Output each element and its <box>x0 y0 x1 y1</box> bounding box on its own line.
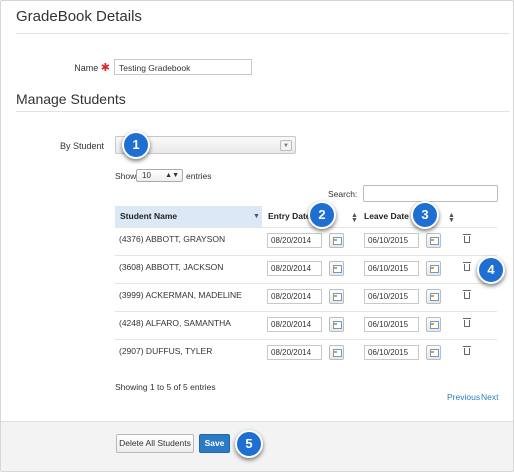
calendar-icon[interactable] <box>329 289 344 304</box>
sort-descending-icon: ▼ <box>253 213 260 220</box>
column-header-leave-date[interactable]: Leave Date <box>359 206 455 227</box>
column-header-entry-date-label: Entry Date <box>268 211 311 221</box>
name-label-text: Name <box>74 63 99 73</box>
calendar-icon[interactable] <box>426 317 441 332</box>
up-down-arrows-icon: ▲▼ <box>165 172 179 179</box>
by-student-label: By Student <box>59 141 104 151</box>
column-header-leave-date-label: Leave Date <box>364 211 409 221</box>
row-divider <box>115 339 497 340</box>
entries-per-page-value: 10 <box>142 171 151 180</box>
trash-icon[interactable] <box>463 290 471 299</box>
calendar-icon[interactable] <box>329 317 344 332</box>
gradebook-details-heading: GradeBook Details <box>16 8 142 25</box>
callout-badge-1: 1 <box>122 131 150 159</box>
student-name-cell: (3999) ACKERMAN, MADELINE <box>119 290 242 300</box>
callout-badge-2: 2 <box>308 201 336 229</box>
calendar-icon[interactable] <box>426 233 441 248</box>
entries-label: entries <box>186 171 212 181</box>
required-asterisk-icon: ✱ <box>100 62 110 74</box>
calendar-icon[interactable] <box>426 261 441 276</box>
trash-icon[interactable] <box>463 234 471 243</box>
entry-date-input[interactable]: 08/20/2014 <box>267 233 322 248</box>
leave-date-input[interactable]: 06/10/2015 <box>364 233 419 248</box>
callout-badge-4: 4 <box>477 256 505 284</box>
pagination-previous-link[interactable]: Previous <box>447 392 480 402</box>
pagination-next-link[interactable]: Next <box>481 392 498 402</box>
calendar-icon[interactable] <box>426 345 441 360</box>
callout-badge-3: 3 <box>411 201 439 229</box>
leave-date-input[interactable]: 06/10/2015 <box>364 289 419 304</box>
student-name-cell: (3608) ABBOTT, JACKSON <box>119 262 224 272</box>
leave-date-input[interactable]: 06/10/2015 <box>364 317 419 332</box>
manage-students-heading: Manage Students <box>16 91 126 107</box>
student-name-cell: (4248) ALFARO, SAMANTHA <box>119 318 231 328</box>
entry-date-input[interactable]: 08/20/2014 <box>267 317 322 332</box>
entry-date-input[interactable]: 08/20/2014 <box>267 289 322 304</box>
student-name-cell: (2907) DUFFUS, TYLER <box>119 346 213 356</box>
row-divider <box>115 283 497 284</box>
name-label: Name ✱ <box>60 61 110 74</box>
row-divider <box>115 255 497 256</box>
entries-per-page-select[interactable]: 10 ▲▼ <box>136 169 183 182</box>
column-header-student-name[interactable]: Student Name <box>115 206 262 227</box>
row-divider <box>115 227 497 228</box>
calendar-icon[interactable] <box>426 289 441 304</box>
column-header-student-name-label: Student Name <box>120 211 178 221</box>
entry-date-input[interactable]: 08/20/2014 <box>267 345 322 360</box>
leave-date-input[interactable]: 06/10/2015 <box>364 261 419 276</box>
save-button[interactable]: Save <box>199 434 230 453</box>
trash-icon[interactable] <box>463 318 471 327</box>
trash-icon[interactable] <box>463 346 471 355</box>
search-input[interactable] <box>363 185 498 202</box>
section-divider <box>16 111 510 112</box>
student-name-cell: (4376) ABBOTT, GRAYSON <box>119 234 226 244</box>
delete-all-students-button[interactable]: Delete All Students <box>116 434 194 453</box>
callout-badge-5: 5 <box>235 430 263 458</box>
calendar-icon[interactable] <box>329 261 344 276</box>
entry-date-input[interactable]: 08/20/2014 <box>267 261 322 276</box>
section-divider <box>16 33 510 34</box>
trash-icon[interactable] <box>463 262 471 271</box>
table-info: Showing 1 to 5 of 5 entries <box>115 382 216 392</box>
gradebook-name-input[interactable]: Testing Gradebook <box>114 59 252 75</box>
sort-both-icon: ▼ <box>351 217 358 224</box>
sort-both-icon: ▼ <box>448 217 455 224</box>
calendar-icon[interactable] <box>329 233 344 248</box>
row-divider <box>115 311 497 312</box>
search-label: Search: <box>328 189 358 199</box>
calendar-icon[interactable] <box>329 345 344 360</box>
chevron-down-icon: ▼ <box>280 140 292 151</box>
show-label: Show <box>115 171 137 181</box>
leave-date-input[interactable]: 06/10/2015 <box>364 345 419 360</box>
